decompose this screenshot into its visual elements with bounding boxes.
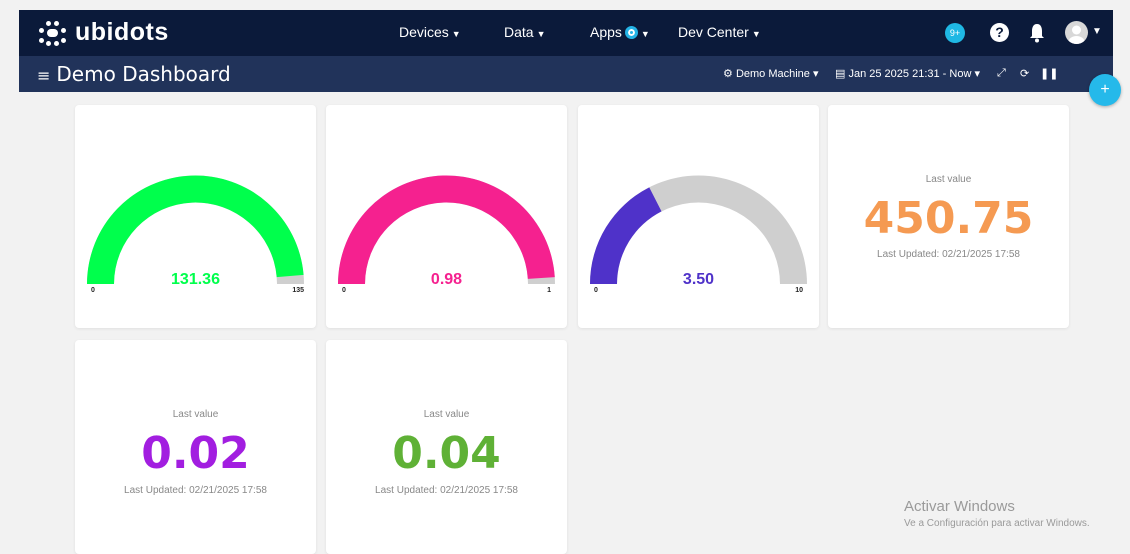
date-range-label: Jan 25 2025 21:31 - Now — [848, 68, 972, 80]
gear-icon: ⚙ — [723, 68, 733, 80]
windows-activation-watermark: Activar Windows Ve a Configuración para … — [904, 498, 1090, 529]
gauge-chart — [338, 175, 555, 284]
nav-apps[interactable]: Apps ▼ — [590, 24, 650, 40]
add-widget-button[interactable]: + — [1089, 74, 1121, 106]
device-selector[interactable]: ⚙ Demo Machine ▾ — [723, 67, 819, 80]
apps-status-icon — [624, 26, 638, 39]
gauge-widget[interactable]: 0.98 0 1 — [326, 105, 567, 328]
chevron-down-icon[interactable]: ▼ — [1092, 26, 1102, 37]
last-value-label: Last value — [423, 409, 470, 420]
gauge-fill — [87, 175, 304, 284]
dashboard-title[interactable]: ≡ Demo Dashboard — [37, 62, 231, 86]
calendar-icon: ▤ — [835, 68, 846, 80]
ubidots-logo[interactable]: ubidots — [37, 18, 169, 47]
bell-icon[interactable] — [1028, 22, 1046, 44]
pause-icon[interactable]: ❚❚ — [1040, 67, 1058, 80]
last-value-label: Last value — [925, 174, 972, 185]
last-value-number: 0.02 — [141, 428, 250, 479]
nav-devices-label: Devices — [399, 24, 449, 40]
chevron-down-icon: ▼ — [640, 29, 650, 39]
gauge-max-label: 10 — [795, 287, 803, 294]
gauge-fill — [590, 187, 662, 284]
gauge-min-label: 0 — [91, 287, 95, 294]
last-updated-text: Last Updated: 02/21/2025 17:58 — [124, 485, 267, 496]
date-range-picker[interactable]: ▤ Jan 25 2025 21:31 - Now ▾ — [835, 67, 980, 80]
gauge-min-label: 0 — [594, 287, 598, 294]
nav-data-label: Data — [504, 24, 534, 40]
gauge-min-label: 0 — [342, 287, 346, 294]
gauge-value: 3.50 — [682, 271, 715, 288]
last-value-number: 450.75 — [863, 193, 1034, 244]
gauge-max-label: 135 — [292, 287, 304, 294]
last-value-number: 0.04 — [392, 428, 501, 479]
watermark-subtitle: Ve a Configuración para activar Windows. — [904, 518, 1090, 529]
device-selector-label: Demo Machine — [735, 68, 810, 80]
help-icon[interactable]: ? — [990, 23, 1009, 42]
gauge-chart — [87, 175, 304, 284]
dashboard-title-text: Demo Dashboard — [56, 62, 231, 86]
gauge-chart — [590, 175, 807, 284]
nav-apps-label: Apps — [590, 24, 622, 40]
last-updated-text: Last Updated: 02/21/2025 17:58 — [877, 249, 1020, 260]
gauge-widget[interactable]: 3.50 0 10 — [578, 105, 819, 328]
user-avatar[interactable] — [1065, 21, 1088, 44]
top-navbar: ubidots Devices ▼ Data ▼ Apps ▼ Dev Center ▼… — [19, 10, 1113, 56]
gauge-widget[interactable]: 131.36 0 135 — [75, 105, 316, 328]
last-value-widget[interactable]: Last value 450.75 Last Updated: 02/21/20… — [828, 105, 1069, 328]
nav-data[interactable]: Data ▼ — [504, 24, 546, 40]
gauge-fill — [338, 175, 555, 284]
last-value-widget[interactable]: Last value 0.02 Last Updated: 02/21/2025… — [75, 340, 316, 554]
brand-name: ubidots — [75, 18, 169, 46]
hamburger-menu-icon[interactable]: ≡ — [37, 66, 50, 85]
chevron-down-icon: ▾ — [812, 68, 819, 80]
chevron-down-icon: ▾ — [974, 68, 980, 80]
gauge-value: 0.98 — [430, 271, 463, 288]
chevron-down-icon: ▼ — [536, 29, 546, 39]
logo-dots-icon — [37, 19, 69, 47]
fullscreen-icon[interactable]: ⤢ — [997, 67, 1006, 80]
user-icon — [1068, 25, 1085, 44]
dashboard-header: ≡ Demo Dashboard ⚙ Demo Machine ▾ ▤ Jan 2… — [19, 56, 1113, 92]
chevron-down-icon: ▼ — [751, 29, 761, 39]
chevron-down-icon: ▼ — [451, 29, 461, 39]
last-value-label: Last value — [172, 409, 219, 420]
refresh-icon[interactable]: ⟳ — [1020, 67, 1029, 80]
gauge-max-label: 1 — [547, 287, 551, 294]
nav-dev-center-label: Dev Center — [678, 24, 749, 40]
notification-count-badge[interactable]: 9+ — [945, 23, 965, 43]
gauge-value: 131.36 — [171, 271, 220, 288]
last-value-widget[interactable]: Last value 0.04 Last Updated: 02/21/2025… — [326, 340, 567, 554]
nav-dev-center[interactable]: Dev Center ▼ — [678, 24, 761, 40]
watermark-title: Activar Windows — [904, 498, 1015, 515]
last-updated-text: Last Updated: 02/21/2025 17:58 — [375, 485, 518, 496]
nav-devices[interactable]: Devices ▼ — [399, 24, 461, 40]
